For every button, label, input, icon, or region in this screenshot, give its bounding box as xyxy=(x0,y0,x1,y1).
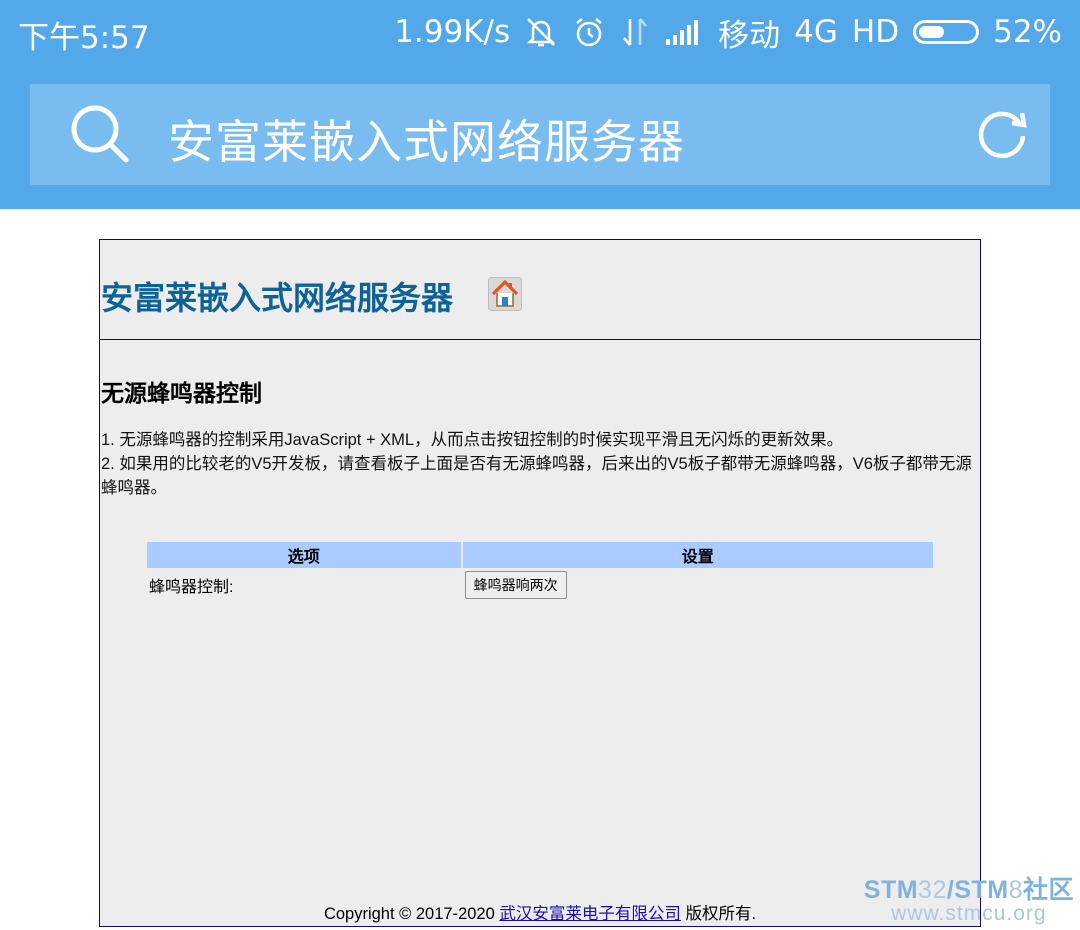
browser-toolbar: 安富莱嵌入式网络服务器 xyxy=(0,64,1080,209)
company-link[interactable]: 武汉安富莱电子有限公司 xyxy=(499,905,681,923)
home-icon[interactable] xyxy=(488,277,522,315)
buzzer-control-label: 蜂鸣器控制: xyxy=(149,579,234,596)
column-header-option: 选项 xyxy=(147,542,461,568)
copyright-text: Copyright © 2017-2020 xyxy=(323,905,500,923)
battery-percent: 52% xyxy=(993,14,1062,50)
battery-fill xyxy=(919,26,945,38)
description-line-1: 1. 无源蜂鸣器的控制采用JavaScript + XML，从而点击按钮控制的时… xyxy=(101,431,844,449)
address-bar[interactable]: 安富莱嵌入式网络服务器 xyxy=(30,84,1050,185)
battery-icon xyxy=(913,20,980,44)
description: 1. 无源蜂鸣器的控制采用JavaScript + XML，从而点击按钮控制的时… xyxy=(101,428,977,500)
search-icon[interactable] xyxy=(70,104,130,168)
carrier-name: 移动 xyxy=(718,17,781,54)
status-time: 下午5:57 xyxy=(18,20,150,56)
rights-text: 版权所有. xyxy=(680,905,757,923)
mute-bell-icon xyxy=(524,15,558,49)
page-header: 安富莱嵌入式网络服务器 xyxy=(100,240,980,340)
hd-badge: HD xyxy=(851,14,900,50)
network-type: 4G xyxy=(794,14,838,50)
page-title: 安富莱嵌入式网络服务器 xyxy=(101,279,454,317)
section-title: 无源蜂鸣器控制 xyxy=(101,381,262,407)
buzzer-control-cell: 蜂鸣器响两次 xyxy=(463,570,933,600)
status-icons: 1.99K/s 移动 4G HD 52% xyxy=(394,10,1062,54)
description-line-2: 2. 如果用的比较老的V5开发板，请查看板子上面是否有无源蜂鸣器，后来出的V5板… xyxy=(101,455,972,497)
signal-strength-icon xyxy=(664,17,704,47)
column-header-setting: 设置 xyxy=(462,542,933,568)
table-row: 蜂鸣器控制: 蜂鸣器响两次 xyxy=(147,570,933,600)
web-page: 安富莱嵌入式网络服务器 无源蜂鸣器控制 1. 无源蜂鸣器的控制采用JavaScr… xyxy=(99,239,981,927)
data-transfer-icon xyxy=(620,15,650,49)
status-bar: 下午5:57 1.99K/s 移动 4G HD 52% xyxy=(0,0,1080,64)
footer: Copyright © 2017-2020 武汉安富莱电子有限公司 版权所有. xyxy=(100,900,980,924)
beep-twice-button[interactable]: 蜂鸣器响两次 xyxy=(464,571,567,599)
reload-icon[interactable] xyxy=(974,106,1030,166)
address-text[interactable]: 安富莱嵌入式网络服务器 xyxy=(168,106,685,172)
table-header-row: 选项 设置 xyxy=(147,542,933,568)
network-speed: 1.99K/s xyxy=(394,14,511,50)
alarm-clock-icon xyxy=(572,15,606,49)
options-table: 选项 设置 蜂鸣器控制: 蜂鸣器响两次 xyxy=(145,540,935,602)
